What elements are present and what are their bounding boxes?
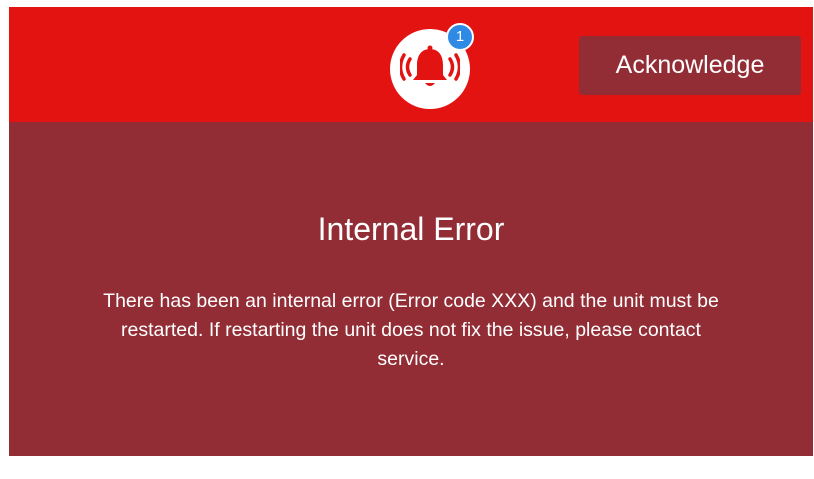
error-alert-screen: 1 Acknowledge Internal Error There has b… <box>9 7 813 456</box>
header-pointer <box>421 111 443 122</box>
alert-message: There has been an internal error (Error … <box>103 290 719 370</box>
alert-title: Internal Error <box>317 211 505 247</box>
notification-count-badge: 1 <box>446 23 474 51</box>
acknowledge-button[interactable]: Acknowledge <box>579 36 801 95</box>
notifications-indicator[interactable]: 1 <box>390 23 474 109</box>
